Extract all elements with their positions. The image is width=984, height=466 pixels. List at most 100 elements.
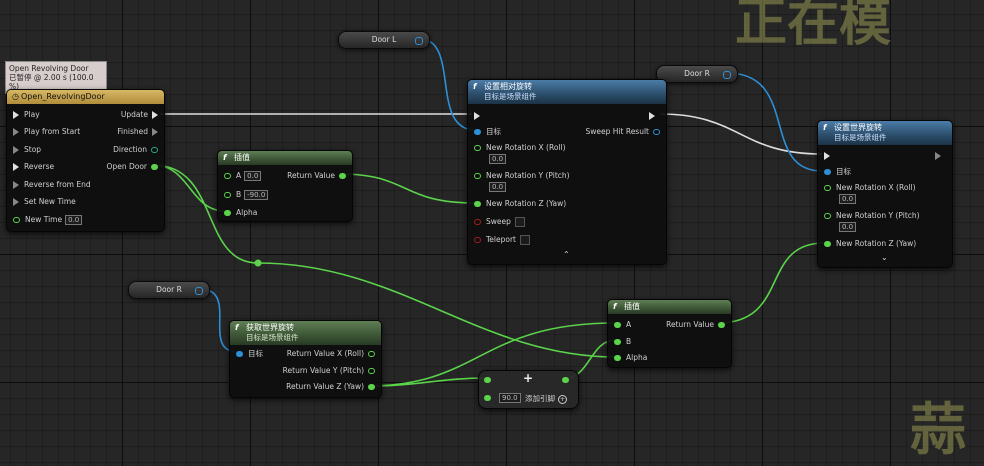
object-pin-icon [824,169,831,175]
door-r-variable-bottom[interactable]: Door R [128,281,210,299]
pin-play[interactable]: Play [13,110,40,120]
lerp1-pin-b[interactable]: B -90.0 [224,190,269,200]
float-pin-icon [484,395,491,401]
object-pin-icon [474,129,481,135]
lerp2-title: 插值 [624,302,640,311]
swr-header[interactable]: f 设置世界旋转 目标是场景组件 [818,121,952,145]
srr-rot-x-field[interactable]: 0.0 [489,154,507,164]
lerp2-pin-b[interactable]: B [614,337,631,347]
gwr-pin-out-x[interactable]: Return Value X (Roll) [287,349,375,359]
add-pin-b[interactable]: 90.0 [484,393,521,403]
add-node[interactable]: + 90.0 添加引脚 + [478,370,579,409]
srr-sweep-checkbox[interactable] [514,217,525,227]
gwr-header[interactable]: f 获取世界旋转 目标是场景组件 [230,321,381,345]
pin-update[interactable]: Update [121,110,158,120]
float-pin-icon [562,377,569,383]
add-pin-a[interactable] [484,375,496,385]
srr-header[interactable]: f 设置相对旋转 目标是场景组件 [468,80,666,104]
door-r-variable-top[interactable]: Door R [656,65,738,83]
pin-reverse-from-end[interactable]: Reverse from End [13,180,91,190]
door-l-variable[interactable]: Door L [338,31,430,49]
pin-stop-label: Stop [24,145,42,154]
srr-title: 设置相对旋转 [484,82,532,91]
lerp1-b-field[interactable]: -90.0 [244,190,269,200]
float-pin-icon [474,201,481,207]
new-time-field[interactable]: 0.0 [65,215,83,225]
swr-rot-y-label: New Rotation Y (Pitch) [836,211,920,220]
timeline-node[interactable]: ◷ Open_RevolvingDoor Play Play from Star… [6,89,165,232]
srr-rot-x-label: New Rotation X (Roll) [486,143,566,152]
swr-pin-rot-y[interactable]: New Rotation Y (Pitch) [824,211,920,221]
lerp-node-1[interactable]: f 插值 A 0.0 B -90.0 Alpha Return Value [217,150,353,222]
swr-pin-rot-x[interactable]: New Rotation X (Roll) [824,183,916,193]
lerp1-pin-a[interactable]: A 0.0 [224,171,262,181]
swr-exec-out[interactable] [935,151,946,161]
srr-teleport-checkbox[interactable] [520,235,530,245]
float-pin-icon [224,192,231,198]
pin-open-door[interactable]: Open Door [107,162,158,172]
chevron-down-icon[interactable]: ⌄ [881,253,888,262]
gwr-pin-target[interactable]: 目标 [236,349,263,359]
add-b-field[interactable]: 90.0 [499,393,521,403]
srr-pin-rot-y[interactable]: New Rotation Y (Pitch) [474,171,570,181]
srr-pin-sweep-hit[interactable]: Sweep Hit Result [586,127,660,137]
pin-set-new-time[interactable]: Set New Time [13,197,76,207]
pin-direction[interactable]: Direction [113,145,158,155]
set-relative-rotation-node[interactable]: f 设置相对旋转 目标是场景组件 目标 Sweep Hit Result New… [467,79,667,265]
lerp2-pin-return[interactable]: Return Value [666,320,725,330]
pin-update-label: Update [120,110,148,119]
srr-rot-y-field[interactable]: 0.0 [489,182,507,192]
set-world-rotation-node[interactable]: f 设置世界旋转 目标是场景组件 目标 New Rotation X (Roll… [817,120,953,268]
lerp1-pin-alpha[interactable]: Alpha [224,208,257,218]
lerp1-a-field[interactable]: 0.0 [244,171,262,181]
bool-pin-icon [474,237,481,243]
float-pin-icon [474,173,481,179]
lerp2-pin-a[interactable]: A [614,320,631,330]
srr-pin-sweep[interactable]: Sweep [474,217,525,227]
add-pin-label: 添加引脚 [525,394,555,403]
pin-play-from-start[interactable]: Play from Start [13,127,80,137]
srr-exec-out[interactable] [649,111,660,121]
gwr-pin-out-z[interactable]: Return Value Z (Yaw) [286,382,375,392]
srr-subtitle: 目标是场景组件 [484,92,537,101]
lerp1-pin-return[interactable]: Return Value [287,171,346,181]
timeline-header[interactable]: ◷ Open_RevolvingDoor [7,90,164,104]
timeline-status-name: Open Revolving Door [9,64,89,73]
pin-direction-label: Direction [113,145,147,154]
clock-icon: ◷ [12,92,19,101]
swr-rot-x-field[interactable]: 0.0 [839,194,857,204]
add-pin-button[interactable]: 添加引脚 + [525,394,567,404]
door-l-label: Door L [371,35,397,44]
srr-pin-teleport[interactable]: Teleport [474,235,530,245]
lerp2-b-label: B [626,337,632,346]
pin-reverse[interactable]: Reverse [13,162,54,172]
swr-pin-rot-z[interactable]: New Rotation Z (Yaw) [824,239,916,249]
gwr-pin-out-y[interactable]: Return Value Y (Pitch) [283,366,375,376]
pin-reverse-from-end-label: Reverse from End [24,180,91,189]
swr-pin-target[interactable]: 目标 [824,167,851,177]
pin-finished[interactable]: Finished [117,127,158,137]
add-pin-out[interactable] [562,375,574,385]
lerp1-header[interactable]: f 插值 [218,151,352,165]
srr-pin-target[interactable]: 目标 [474,127,501,137]
function-icon: f [235,323,239,332]
chevron-up-icon[interactable]: ⌃ [563,250,570,259]
get-world-rotation-node[interactable]: f 获取世界旋转 目标是场景组件 目标 Return Value X (Roll… [229,320,382,398]
pin-stop[interactable]: Stop [13,145,41,155]
lerp2-header[interactable]: f 插值 [608,300,731,314]
function-icon: f [823,123,827,132]
pin-new-time[interactable]: New Time 0.0 [13,215,83,225]
lerp2-pin-alpha[interactable]: Alpha [614,353,647,363]
gwr-out-y-label: Return Value Y (Pitch) [282,366,364,375]
exec-pin-icon [152,111,158,119]
srr-exec-in[interactable] [474,111,485,121]
exec-pin-icon [13,146,19,154]
srr-pin-rot-z[interactable]: New Rotation Z (Yaw) [474,199,566,209]
gwr-target-label: 目标 [248,349,263,358]
function-icon: f [473,82,477,91]
srr-pin-rot-x[interactable]: New Rotation X (Roll) [474,143,566,153]
lerp-node-2[interactable]: f 插值 A B Alpha Return Value [607,299,732,368]
swr-rot-y-field[interactable]: 0.0 [839,222,857,232]
swr-exec-in[interactable] [824,151,835,161]
float-pin-icon [824,241,831,247]
